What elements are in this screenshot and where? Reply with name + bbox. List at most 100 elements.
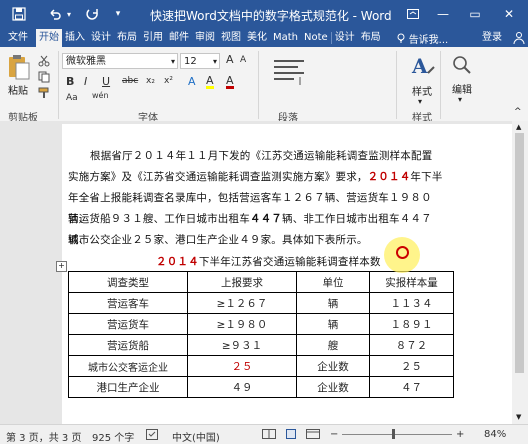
tab-layout[interactable]: 布局 (114, 29, 140, 47)
cut-icon[interactable] (38, 55, 50, 70)
save-icon[interactable] (10, 6, 28, 22)
table-cell[interactable]: 单位 (296, 271, 370, 293)
table-cell[interactable]: 企业数 (296, 355, 370, 377)
web-layout-icon[interactable] (306, 429, 320, 442)
collapse-ribbon-icon[interactable]: ^ (514, 107, 522, 117)
scroll-up-icon[interactable]: ▲ (516, 123, 521, 131)
font-color-button[interactable]: A (226, 75, 234, 89)
undo-icon[interactable] (46, 6, 64, 22)
page-count[interactable]: 第 3 页，共 3 页 (6, 429, 81, 444)
tab-design[interactable]: 设计 (88, 29, 114, 47)
tab-beautify[interactable]: 美化 (244, 29, 270, 47)
subscript-button[interactable]: x₂ (146, 76, 155, 86)
highlight-button[interactable]: A (206, 75, 214, 89)
tab-insert[interactable]: 插入 (62, 29, 88, 47)
print-layout-icon[interactable] (284, 429, 298, 442)
styles-button[interactable]: 样式 (412, 83, 432, 98)
table-cell[interactable]: 营运客车 (68, 292, 188, 314)
format-painter-icon[interactable] (38, 87, 50, 102)
editing-button[interactable]: 编辑 (452, 81, 472, 96)
table-cell[interactable]: 辆 (296, 313, 370, 335)
tab-home[interactable]: 开始 (36, 29, 62, 47)
table-cell[interactable]: 企业数 (296, 376, 370, 398)
chevron-down-icon[interactable]: ▾ (418, 97, 422, 106)
tell-me-search[interactable]: 告诉我... (396, 31, 448, 46)
table-cell[interactable]: ８７２ (369, 334, 454, 356)
table-cell[interactable]: ２５ (187, 355, 297, 377)
proofing-icon[interactable] (146, 429, 158, 443)
table-cell[interactable]: １８９１ (369, 313, 454, 335)
strikethrough-button[interactable]: abc (122, 76, 138, 86)
text-effects-button[interactable]: A (188, 75, 196, 88)
paragraph-icon[interactable] (272, 57, 306, 90)
tab-review[interactable]: 审阅 (192, 29, 218, 47)
case-button[interactable]: Aa (66, 93, 78, 103)
table-cell[interactable]: ２５ (369, 355, 454, 377)
table-cell[interactable]: ４９ (187, 376, 297, 398)
zoom-slider-thumb[interactable] (392, 429, 395, 439)
phonetic-guide-button[interactable]: wén (92, 91, 109, 100)
font-size-dropdown[interactable]: 12 ▾ (180, 53, 220, 69)
table-cell[interactable]: ≥１２６７ (187, 292, 297, 314)
table-cell[interactable]: 调查类型 (68, 271, 188, 293)
superscript-button[interactable]: x² (164, 76, 173, 86)
paste-button[interactable]: 粘贴 (8, 82, 28, 97)
zoom-slider[interactable] (342, 434, 452, 435)
zoom-in-button[interactable]: + (456, 429, 464, 440)
italic-button[interactable]: I (84, 75, 87, 88)
font-name-dropdown[interactable]: 微软雅黑 ▾ (62, 53, 178, 69)
table-row: 城市公交客运企业 ２５ 企业数 ２５ (68, 355, 454, 377)
group-separator (58, 51, 59, 119)
tab-mailings[interactable]: 邮件 (166, 29, 192, 47)
scrollbar-thumb[interactable] (515, 133, 524, 373)
underline-button[interactable]: U (102, 75, 110, 88)
word-count[interactable]: 925 个字 (92, 429, 134, 444)
read-mode-icon[interactable] (262, 429, 276, 442)
find-icon[interactable] (452, 55, 472, 80)
ribbon-options-icon[interactable] (400, 4, 426, 24)
status-bar: 第 3 页，共 3 页 925 个字 中文(中国) − + 84% (0, 424, 528, 444)
restore-button[interactable]: ▭ (462, 4, 488, 24)
shrink-font-button[interactable]: A (240, 55, 246, 65)
grow-font-button[interactable]: A (226, 53, 234, 66)
table-cell[interactable]: ≥１９８０ (187, 313, 297, 335)
close-button[interactable]: ✕ (496, 4, 522, 24)
copy-icon[interactable] (38, 71, 50, 86)
table-row: 营运客车 ≥１２６７ 辆 １１３４ (68, 292, 454, 314)
zoom-level[interactable]: 84% (484, 429, 506, 440)
table-cell[interactable]: 辆 (296, 292, 370, 314)
table-cell[interactable]: 营运货车 (68, 313, 188, 335)
tab-references[interactable]: 引用 (140, 29, 166, 47)
table-cell[interactable]: ≥９３１ (187, 334, 297, 356)
login-button[interactable]: 登录 (482, 29, 502, 47)
styles-icon[interactable]: A (410, 53, 436, 82)
table-cell[interactable]: ４７ (369, 376, 454, 398)
table-cell[interactable]: １１３４ (369, 292, 454, 314)
table-move-handle[interactable]: + (56, 261, 67, 272)
tab-math[interactable]: Math (270, 29, 301, 47)
vertical-scrollbar[interactable]: ▲ ▼ (512, 121, 528, 424)
table-cell[interactable]: 营运货船 (68, 334, 188, 356)
table-cell[interactable]: 城市公交客运企业 (68, 355, 188, 377)
tab-note[interactable]: Note (301, 29, 331, 47)
undo-dropdown-icon[interactable]: ▾ (64, 6, 74, 22)
caption-year: ２０１４ (156, 256, 199, 268)
table-cell[interactable]: 上报要求 (187, 271, 297, 293)
share-icon[interactable] (512, 31, 526, 45)
tab-file[interactable]: 文件 (0, 29, 36, 47)
zoom-out-button[interactable]: − (330, 429, 338, 440)
table-cell[interactable]: 实报样本量 (369, 271, 454, 293)
paste-icon[interactable] (6, 53, 32, 81)
customize-icon[interactable]: ▾ (112, 6, 124, 22)
language-indicator[interactable]: 中文(中国) (172, 429, 220, 444)
minimize-button[interactable]: — (430, 4, 456, 24)
chevron-down-icon[interactable]: ▾ (458, 95, 462, 104)
redo-icon[interactable] (84, 6, 102, 22)
tab-table-design[interactable]: 设计 (332, 29, 358, 47)
bold-button[interactable]: B (66, 75, 74, 88)
tab-table-layout[interactable]: 布局 (358, 29, 384, 47)
tab-view[interactable]: 视图 (218, 29, 244, 47)
table-cell[interactable]: 艘 (296, 334, 370, 356)
table-cell[interactable]: 港口生产企业 (68, 376, 188, 398)
scroll-down-icon[interactable]: ▼ (516, 413, 521, 421)
